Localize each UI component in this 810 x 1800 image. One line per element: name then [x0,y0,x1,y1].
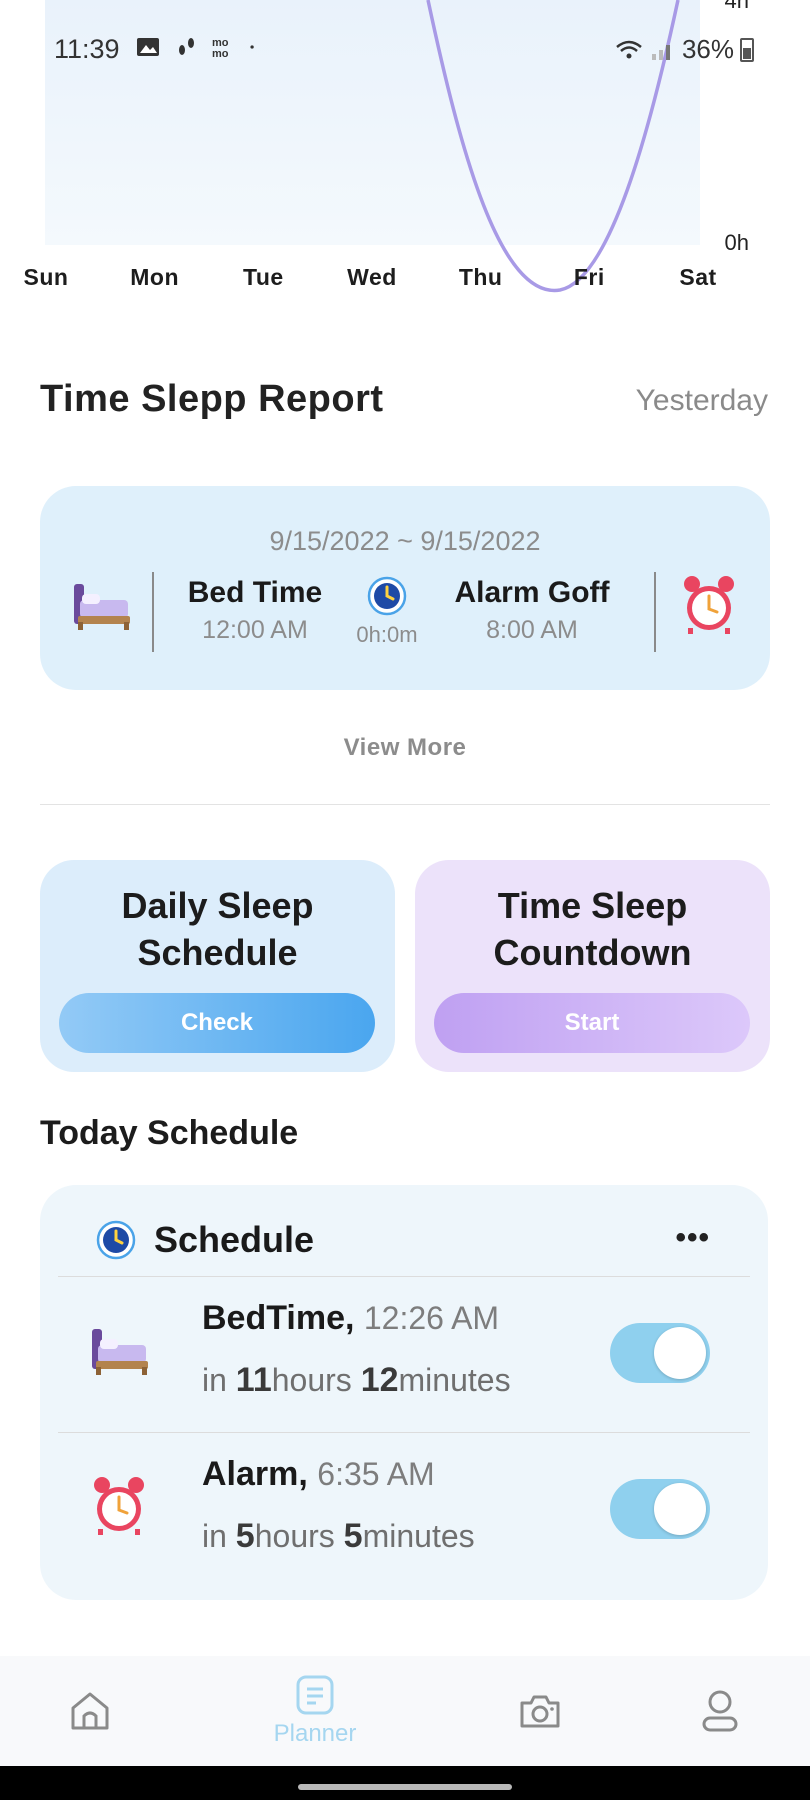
schedule-row-alarm[interactable]: Alarm, 6:35 AM in 5hours 5minutes [40,1433,768,1588]
home-icon [71,1692,109,1730]
schedule-remaining: in 5hours 5minutes [202,1517,475,1556]
alarm-clock-icon [94,1477,144,1535]
x-tick-label: Sun [23,264,69,290]
status-bar: 11:39 mo mo 36% [0,28,810,68]
remaining-hours: 11 [235,1361,272,1399]
alarm-clock-icon [684,576,734,634]
divider-right [654,572,656,652]
profile-icon [702,1690,738,1732]
report-range-selector[interactable]: Yesterday [636,384,768,418]
schedule-header: Schedule [96,1219,314,1261]
app-notification-icon: mo mo [212,37,229,58]
dot-icon [250,45,254,49]
gallery-icon [137,38,159,56]
planner-icon [296,1675,334,1715]
daily-title-line-1: Daily Sleep [121,885,314,926]
nav-home[interactable] [30,1656,150,1766]
nav-planner-label: Planner [273,1720,357,1747]
x-tick-label: Tue [242,264,284,290]
schedule-name: BedTime, [202,1299,355,1337]
clock-icon [367,576,407,616]
section-divider [40,804,770,805]
bed-time-column: Bed Time 12:00 AM [170,576,340,645]
steps-icon [179,38,194,55]
status-time: 11:39 [54,34,120,64]
remaining-minutes: 12 [360,1361,399,1399]
x-tick-label: Thu [458,264,503,290]
countdown-title-line-1: Time Sleep [497,885,688,926]
y-tick-label-bottom: 0h [724,230,749,255]
toggle-knob [654,1327,706,1379]
daily-title-line-2: Schedule [137,932,298,973]
report-title: Time Slepp Report [40,378,384,420]
start-button[interactable]: Start [434,993,750,1053]
schedule-card-title: Schedule [154,1219,315,1260]
minutes-unit: minutes [362,1518,475,1554]
nav-planner[interactable]: Planner [255,1656,375,1766]
today-schedule-title: Today Schedule [40,1114,299,1152]
remaining-prefix: in [202,1518,227,1554]
bottom-navigation: Planner [0,1656,810,1766]
schedule-name: Alarm, [202,1455,308,1493]
schedule-row-title: BedTime, 12:26 AM [202,1299,499,1338]
clock-icon [96,1220,136,1260]
nav-profile[interactable] [660,1656,780,1766]
system-navigation-bar [0,1766,810,1800]
bed-time-title: Bed Time [187,576,323,609]
alarm-column: Alarm Goff 8:00 AM [432,576,632,645]
x-tick-label: Mon [130,264,180,290]
duration-column: 0h:0m [348,576,426,648]
report-dates: 9/15/2022 ~ 9/15/2022 [269,526,541,556]
time-sleep-countdown-card: Time Sleep Countdown Start [415,860,770,1072]
camera-icon [520,1695,560,1728]
check-button[interactable]: Check [59,993,375,1053]
bedtime-toggle[interactable] [610,1323,710,1383]
schedule-time: 6:35 AM [317,1456,435,1492]
daily-sleep-schedule-card: Daily Sleep Schedule Check [40,860,395,1072]
alarm-title: Alarm Goff [454,576,610,609]
bed-time-value: 12:00 AM [202,616,308,644]
divider-left [152,572,154,652]
daily-sleep-schedule-title: Daily Sleep Schedule [40,882,395,976]
countdown-title-line-2: Countdown [493,932,692,973]
x-tick-label: Fri [573,264,605,290]
home-gesture-pill[interactable] [298,1784,512,1790]
battery-percent: 36% [681,34,734,64]
hours-unit: hours [271,1362,352,1398]
y-tick-label-top: 4h [724,0,749,13]
schedule-time: 12:26 AM [363,1300,500,1336]
view-more-link[interactable]: View More [0,734,810,762]
battery-icon [740,37,754,62]
x-tick-label: Sat [679,264,717,290]
sleep-report-card[interactable]: 9/15/2022 ~ 9/15/2022 Bed Time 12:00 AM … [40,486,770,690]
alarm-time-value: 8:00 AM [486,616,578,644]
schedule-remaining: in 11hours 12minutes [202,1361,511,1400]
signal-icon [651,44,670,60]
svg-text:mo: mo [212,48,229,58]
bed-icon [92,1329,148,1375]
alarm-toggle[interactable] [610,1479,710,1539]
more-options-icon[interactable]: ••• [675,1221,710,1255]
bed-icon [74,584,130,630]
remaining-prefix: in [202,1362,227,1398]
remaining-minutes: 5 [343,1517,363,1555]
hours-unit: hours [254,1518,335,1554]
toggle-knob [654,1483,706,1535]
schedule-row-bedtime[interactable]: BedTime, 12:26 AM in 11hours 12minutes [40,1277,768,1432]
sleep-duration: 0h:0m [356,622,418,647]
remaining-hours: 5 [235,1517,255,1555]
wifi-icon [616,40,642,58]
status-right: 36% [614,34,754,65]
x-tick-label: Wed [347,264,397,290]
status-notification-icons: mo mo [136,36,260,58]
time-sleep-countdown-title: Time Sleep Countdown [415,882,770,976]
schedule-card: Schedule ••• BedTime, 12:26 AM in 11hour… [40,1185,768,1600]
minutes-unit: minutes [398,1362,511,1398]
nav-camera[interactable] [480,1656,600,1766]
schedule-row-title: Alarm, 6:35 AM [202,1455,435,1494]
